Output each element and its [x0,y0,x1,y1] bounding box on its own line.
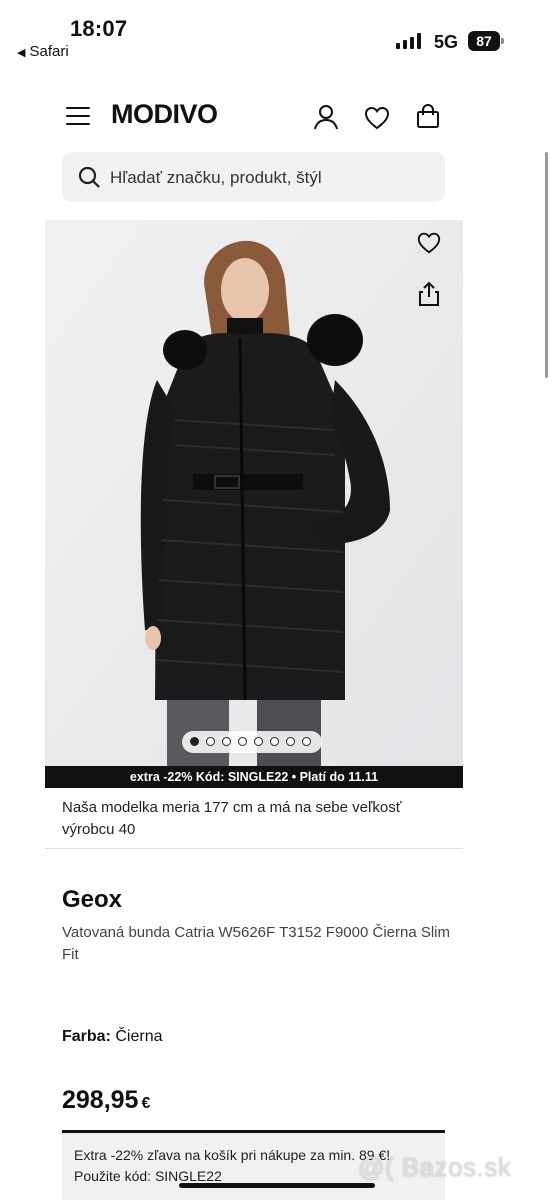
promo-banner: extra -22% Kód: SINGLE22 • Platí do 11.1… [45,766,463,788]
product-name: Vatovaná bunda Catria W5626F T3152 F9000… [62,924,451,963]
divider [45,848,463,849]
back-to-safari[interactable]: ◀ Safari [17,43,69,60]
price-value: 298,95 [62,1086,139,1114]
bag-icon[interactable] [414,103,442,131]
color-label: Farba: [62,1028,111,1045]
gallery-dot[interactable] [190,737,199,746]
model-size-note: Naša modelka meria 177 cm a má na sebe v… [62,799,402,838]
heart-icon[interactable] [363,104,391,132]
signal-icon [396,33,422,49]
product-price: 298,95 € [62,1086,150,1115]
network-type: 5G [434,32,459,52]
price-currency: € [141,1095,151,1112]
gallery-dot[interactable] [206,737,215,746]
status-time: 18:07 [70,16,128,41]
site-logo[interactable]: MODIVO [111,99,218,130]
search-icon [78,166,100,188]
menu-icon[interactable] [66,106,90,126]
gallery-dot[interactable] [286,737,295,746]
gallery-dot[interactable] [238,737,247,746]
back-arrow-icon: ◀ [17,47,26,59]
watermark: @( Bazos.sk [358,1152,512,1182]
gallery-pagination [182,731,322,753]
search-input[interactable] [108,152,432,204]
product-image-gallery[interactable] [45,220,463,788]
back-label: Safari [29,43,69,60]
product-brand[interactable]: Geox [62,886,122,914]
battery-tip [501,38,504,44]
gallery-dot[interactable] [254,737,263,746]
search-bar[interactable] [62,152,445,204]
share-icon[interactable] [416,280,442,308]
favorite-icon[interactable] [416,230,442,256]
color-value: Čierna [115,1028,163,1045]
product-photo [45,220,463,788]
battery-icon: 87 [468,31,500,51]
gallery-dot[interactable] [222,737,231,746]
gallery-dot[interactable] [270,737,279,746]
page-scrollbar[interactable] [545,152,548,378]
home-indicator[interactable] [179,1183,375,1188]
product-color: Farba: Čierna [62,1028,163,1046]
user-icon[interactable] [312,103,340,131]
gallery-dot[interactable] [302,737,311,746]
